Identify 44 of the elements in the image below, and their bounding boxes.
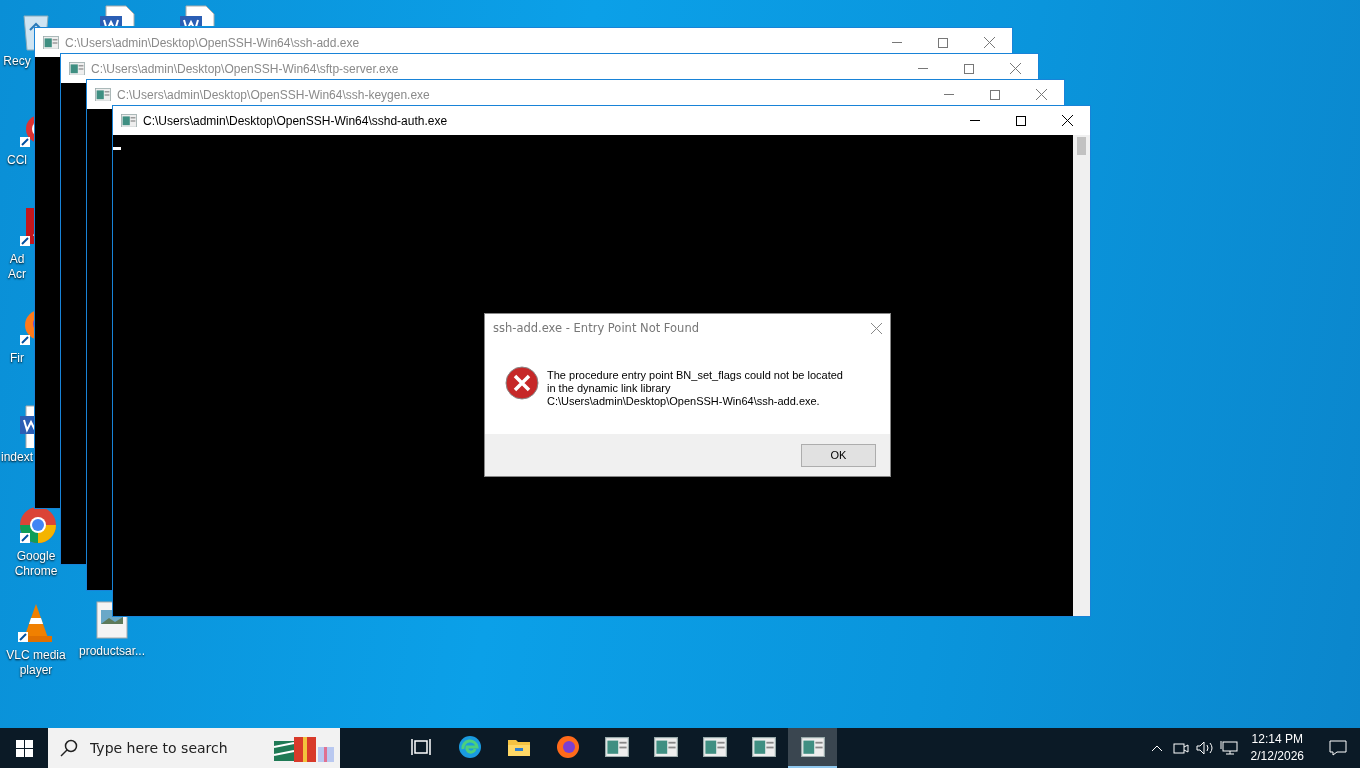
camera-icon[interactable] bbox=[1172, 741, 1189, 755]
window-title: C:\Users\admin\Desktop\OpenSSH-Win64\ssh-add.exe bbox=[65, 35, 361, 50]
console-icon bbox=[653, 736, 678, 758]
speaker-icon[interactable] bbox=[1195, 741, 1214, 755]
icon-label: Recy bbox=[2, 54, 32, 69]
window-title: C:\Users\admin\Desktop\OpenSSH-Win64\sshd-auth.exe bbox=[143, 113, 449, 128]
task-view-icon bbox=[410, 738, 431, 756]
clock-date[interactable]: 2/12/2026 bbox=[1250, 748, 1304, 765]
error-icon bbox=[505, 366, 539, 400]
icon-label: CCl bbox=[6, 153, 28, 168]
network-icon[interactable] bbox=[1219, 740, 1238, 756]
maximize-icon[interactable] bbox=[1016, 115, 1026, 126]
icon-label: productsar... bbox=[77, 644, 146, 659]
folder-icon bbox=[506, 737, 531, 757]
console-icon bbox=[43, 35, 59, 50]
ok-button[interactable]: OK bbox=[801, 443, 876, 467]
text-cursor bbox=[113, 147, 121, 150]
icon-label: Fir bbox=[9, 351, 25, 366]
console-icon bbox=[604, 736, 629, 758]
edge-icon bbox=[457, 735, 482, 759]
taskbar-app-button[interactable] bbox=[788, 728, 837, 768]
error-message: The procedure entry point BN_set_flags could not be located in the dynamic link library C:\Users\admin\Desktop\OpenSSH-Win64\ssh-add.exe. bbox=[547, 369, 843, 408]
console-icon bbox=[69, 61, 85, 76]
clock-time[interactable]: 12:14 PM bbox=[1251, 731, 1303, 748]
search-bar[interactable]: Type here to search bbox=[48, 728, 340, 768]
scrollbar[interactable] bbox=[1073, 135, 1090, 616]
icon-label: Ad Acr bbox=[7, 252, 27, 282]
chevron-up-icon[interactable] bbox=[1150, 744, 1163, 752]
icon-label: Google Chrome bbox=[13, 549, 59, 579]
dialog-title: ssh-add.exe - Entry Point Not Found bbox=[493, 321, 699, 335]
window-title: C:\Users\admin\Desktop\OpenSSH-Win64\sftp-server.exe bbox=[91, 61, 400, 76]
search-input[interactable]: Type here to search bbox=[88, 739, 262, 757]
icon-label: indext bbox=[0, 450, 34, 465]
console-icon bbox=[751, 736, 776, 758]
windows-logo-icon[interactable] bbox=[15, 739, 33, 757]
search-icon bbox=[60, 739, 78, 757]
console-icon bbox=[702, 736, 727, 758]
console-icon bbox=[121, 113, 137, 128]
notification-icon[interactable] bbox=[1329, 740, 1347, 756]
close-icon[interactable] bbox=[1061, 115, 1073, 126]
console-icon bbox=[95, 87, 111, 102]
window-title: C:\Users\admin\Desktop\OpenSSH-Win64\ssh-keygen.exe bbox=[117, 87, 431, 102]
icon-label: VLC media player bbox=[5, 648, 67, 678]
console-icon bbox=[800, 736, 825, 758]
